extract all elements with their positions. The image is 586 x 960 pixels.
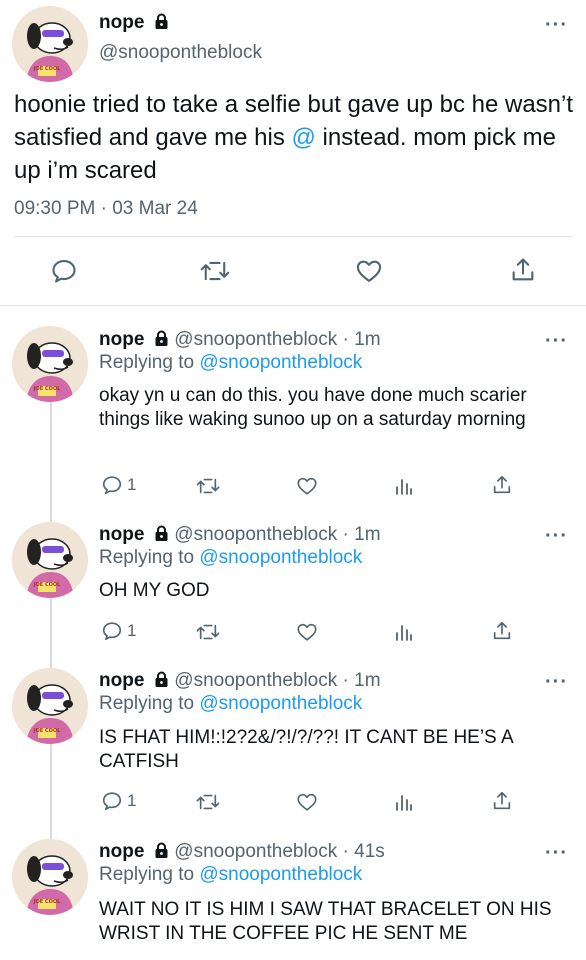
like-icon[interactable]: [296, 791, 318, 818]
avatar[interactable]: JOE COOL: [12, 6, 88, 82]
lock-icon: [153, 330, 170, 352]
share-icon[interactable]: [491, 474, 513, 501]
reply-text: okay yn u can do this. you have done muc…: [99, 385, 527, 430]
replying-to-link[interactable]: @snoopontheblock: [199, 352, 362, 373]
reply-tweet: JOE COOL nope @snoopontheblock · 41s ···…: [0, 831, 586, 960]
reply-text: IS FHAT HIM!:!2?2&/?!/?/??! IT CANT BE H…: [99, 727, 513, 772]
handle-time[interactable]: @snoopontheblock · 1m: [174, 524, 380, 545]
reply-tweet: JOE COOL nope @snoopontheblock · 1m ··· …: [0, 514, 586, 654]
replying-prefix: Replying to: [99, 547, 200, 568]
reply-count: 1: [127, 791, 137, 810]
user-handle[interactable]: @snoopontheblock: [99, 42, 262, 64]
share-icon[interactable]: [509, 256, 537, 289]
svg-text:JOE COOL: JOE COOL: [33, 66, 61, 72]
more-icon[interactable]: ···: [545, 672, 568, 692]
reply-tweet: JOE COOL nope @snoopontheblock · 1m ··· …: [0, 660, 586, 830]
reply-icon[interactable]: [50, 257, 78, 290]
avatar-image: JOE COOL: [12, 326, 88, 402]
views-icon[interactable]: [394, 621, 414, 648]
handle-time[interactable]: @snoopontheblock · 1m: [174, 670, 380, 691]
main-tweet: JOE COOL nope @snoopontheblock ··· hooni…: [0, 0, 586, 305]
replying-to: Replying to @snoopontheblock: [99, 352, 362, 374]
reply-header: nope @snoopontheblock · 1m: [99, 329, 381, 352]
reply-icon[interactable]: [101, 474, 123, 496]
replying-prefix: Replying to: [99, 352, 200, 373]
lock-icon: [153, 842, 170, 864]
display-name[interactable]: nope: [99, 524, 144, 545]
reply-header: nope @snoopontheblock · 1m: [99, 670, 381, 693]
avatar-image: JOE COOL: [12, 522, 88, 598]
replying-to-link[interactable]: @snoopontheblock: [199, 693, 362, 714]
reply-count: 1: [127, 475, 137, 494]
share-icon[interactable]: [491, 620, 513, 647]
retweet-icon[interactable]: [200, 257, 230, 290]
lock-icon: [153, 13, 170, 35]
reply-icon[interactable]: [101, 790, 123, 812]
display-name[interactable]: nope: [99, 841, 144, 862]
avatar[interactable]: JOE COOL: [12, 839, 88, 915]
svg-text:JOE COOL: JOE COOL: [33, 386, 61, 392]
reply-action[interactable]: 1: [101, 474, 136, 496]
tweet-text: hoonie tried to take a selfie but gave u…: [14, 88, 574, 187]
reply-text: WAIT NO IT IS HIM I SAW THAT BRACELET ON…: [99, 899, 552, 944]
more-icon[interactable]: ···: [545, 331, 568, 351]
replying-to: Replying to @snoopontheblock: [99, 864, 362, 886]
replying-to: Replying to @snoopontheblock: [99, 547, 362, 569]
display-name[interactable]: nope: [99, 329, 144, 350]
display-name[interactable]: nope: [99, 670, 144, 691]
avatar-image: JOE COOL: [12, 6, 88, 82]
replying-to: Replying to @snoopontheblock: [99, 693, 362, 715]
retweet-icon[interactable]: [196, 791, 220, 818]
reply-count: 1: [127, 621, 137, 640]
share-icon[interactable]: [491, 790, 513, 817]
like-icon[interactable]: [296, 475, 318, 502]
avatar[interactable]: JOE COOL: [12, 522, 88, 598]
reply-header: nope @snoopontheblock · 41s: [99, 841, 385, 864]
avatar-image: JOE COOL: [12, 839, 88, 915]
svg-text:JOE COOL: JOE COOL: [33, 899, 61, 905]
reply-action[interactable]: 1: [101, 620, 136, 642]
tweet-timestamp[interactable]: 09:30 PM · 03 Mar 24: [14, 198, 198, 220]
retweet-icon[interactable]: [196, 621, 220, 648]
retweet-icon[interactable]: [196, 475, 220, 502]
avatar-image: JOE COOL: [12, 668, 88, 744]
lock-icon: [153, 525, 170, 547]
svg-text:JOE COOL: JOE COOL: [33, 728, 61, 734]
handle-time[interactable]: @snoopontheblock · 41s: [174, 841, 384, 862]
views-icon[interactable]: [394, 791, 414, 818]
reply-text: OH MY GOD: [99, 580, 210, 601]
replying-prefix: Replying to: [99, 693, 200, 714]
divider: [14, 236, 572, 237]
more-icon[interactable]: ···: [545, 526, 568, 546]
like-icon[interactable]: [355, 257, 383, 290]
more-icon[interactable]: ···: [545, 15, 568, 35]
more-icon[interactable]: ···: [545, 843, 568, 863]
reply-icon[interactable]: [101, 620, 123, 642]
replying-to-link[interactable]: @snoopontheblock: [199, 547, 362, 568]
section-divider: [0, 305, 586, 306]
avatar[interactable]: JOE COOL: [12, 326, 88, 402]
display-name[interactable]: nope: [99, 12, 144, 33]
like-icon[interactable]: [296, 621, 318, 648]
views-icon[interactable]: [394, 475, 414, 502]
reply-tweet: JOE COOL nope @snoopontheblock · 1m ··· …: [0, 318, 586, 508]
avatar[interactable]: JOE COOL: [12, 668, 88, 744]
mention-link[interactable]: @: [292, 124, 316, 151]
reply-action[interactable]: 1: [101, 790, 136, 812]
lock-icon: [153, 671, 170, 693]
handle-time[interactable]: @snoopontheblock · 1m: [174, 329, 380, 350]
svg-text:JOE COOL: JOE COOL: [33, 582, 61, 588]
replying-prefix: Replying to: [99, 864, 200, 885]
replying-to-link[interactable]: @snoopontheblock: [199, 864, 362, 885]
reply-header: nope @snoopontheblock · 1m: [99, 524, 381, 547]
